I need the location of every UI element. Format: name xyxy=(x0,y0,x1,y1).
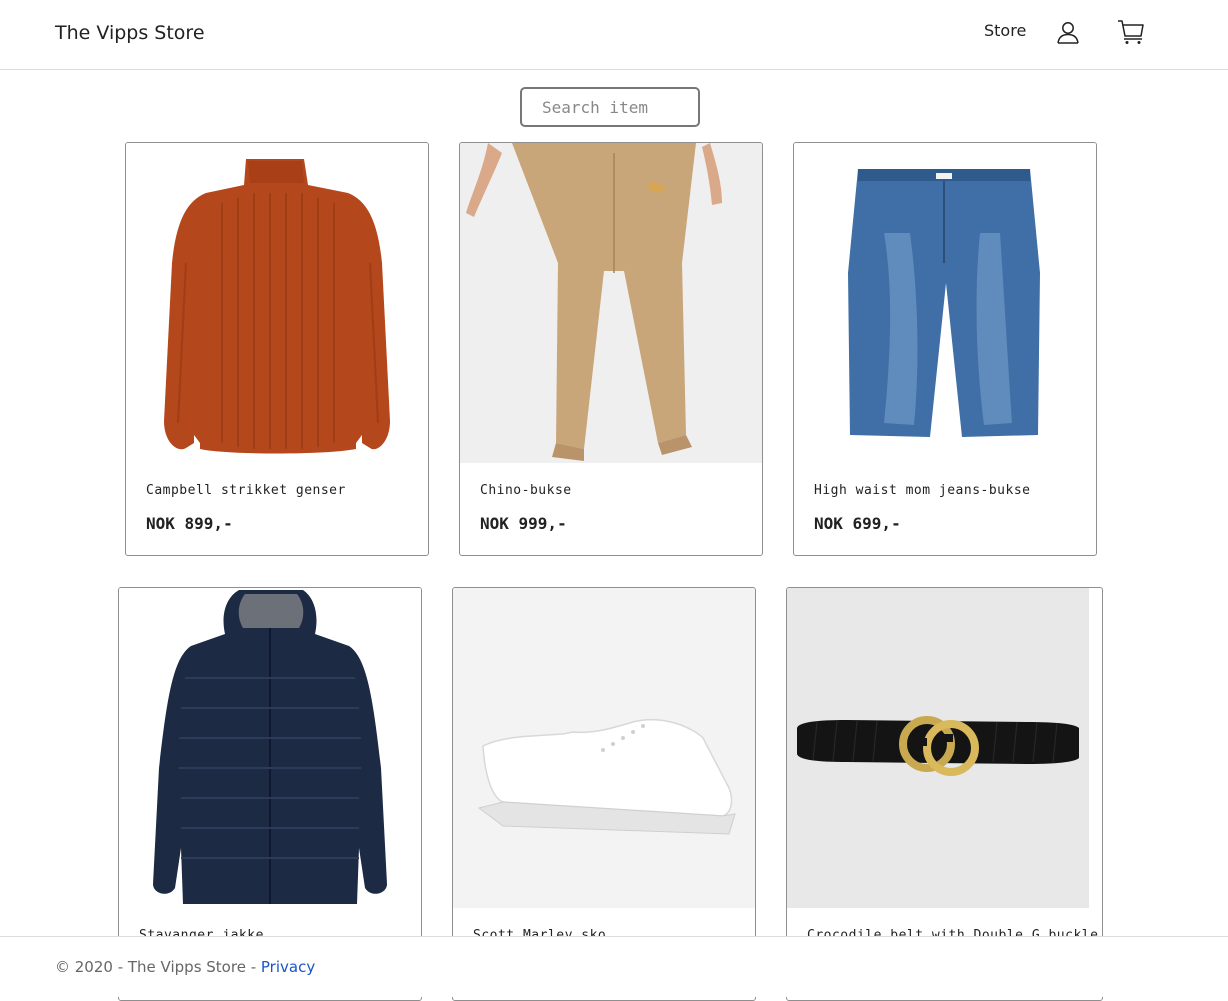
product-price: NOK 899,- xyxy=(146,514,233,533)
nav-store-link[interactable]: Store xyxy=(984,21,1026,40)
product-price: NOK 999,- xyxy=(480,514,567,533)
product-name[interactable]: Chino-bukse xyxy=(480,483,572,498)
footer-text: © 2020 - The Vipps Store - Privacy xyxy=(55,958,315,976)
product-name[interactable]: Campbell strikket genser xyxy=(146,483,346,498)
shopping-cart-icon[interactable] xyxy=(1117,19,1145,45)
product-image-sweater[interactable] xyxy=(126,143,428,463)
product-image-chinos[interactable] xyxy=(460,143,762,463)
product-image-belt[interactable] xyxy=(787,588,1089,908)
product-image-sneaker[interactable] xyxy=(453,588,755,908)
product-image-jacket[interactable] xyxy=(119,588,421,908)
copyright-text: © 2020 - The Vipps Store - xyxy=(55,958,261,976)
user-icon[interactable] xyxy=(1056,20,1080,44)
search-input[interactable] xyxy=(520,87,700,127)
footer: © 2020 - The Vipps Store - Privacy xyxy=(0,936,1228,997)
brand-link[interactable]: The Vipps Store xyxy=(55,22,205,44)
product-image-jeans[interactable] xyxy=(794,143,1096,463)
product-price: NOK 699,- xyxy=(814,514,901,533)
product-card[interactable]: High waist mom jeans-bukse NOK 699,- xyxy=(793,142,1097,556)
product-card[interactable]: Campbell strikket genser NOK 899,- xyxy=(125,142,429,556)
product-name[interactable]: High waist mom jeans-bukse xyxy=(814,483,1031,498)
top-navbar: The Vipps Store Store xyxy=(0,0,1228,70)
privacy-link[interactable]: Privacy xyxy=(261,958,315,976)
product-card[interactable]: Chino-bukse NOK 999,- xyxy=(459,142,763,556)
